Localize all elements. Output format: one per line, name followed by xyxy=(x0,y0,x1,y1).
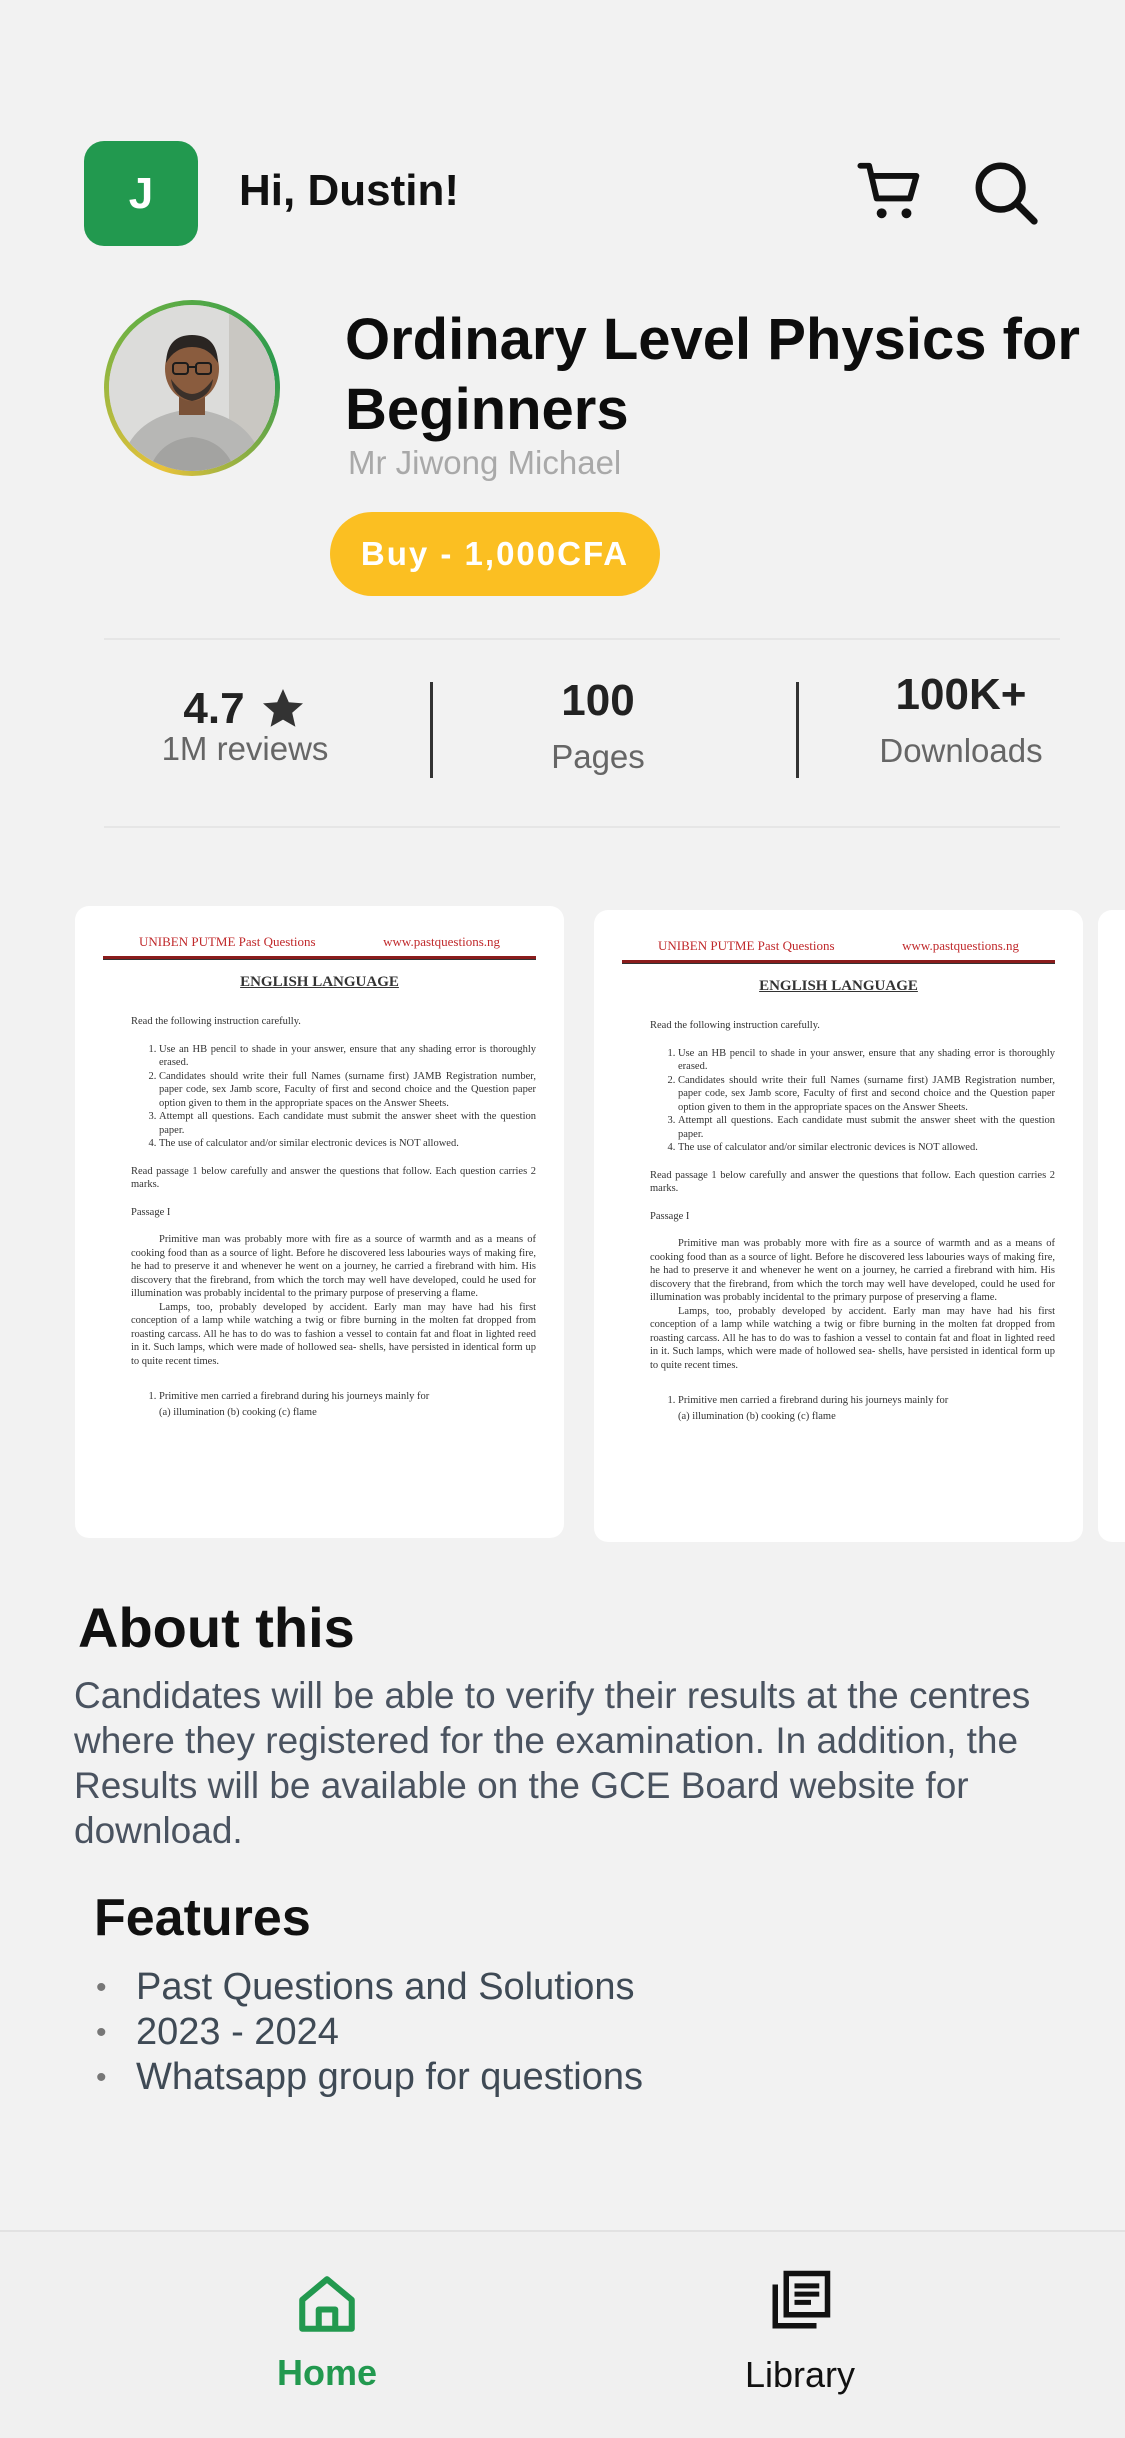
library-icon xyxy=(772,2270,831,2329)
features-list: • Past Questions and Solutions • 2023 - 20… xyxy=(96,1965,643,2100)
doc-rule-item: Use an HB pencil to shade in your answer… xyxy=(678,1047,1055,1074)
doc-instruction: Read the following instruction carefully… xyxy=(131,1016,301,1027)
doc-question: Primitive men carried a firebrand during… xyxy=(159,1390,536,1404)
doc-title: ENGLISH LANGUAGE xyxy=(240,974,399,990)
doc-passage-intro: Read passage 1 below carefully and answe… xyxy=(131,1165,536,1191)
author-photo xyxy=(104,300,280,476)
features-title: Features xyxy=(94,1889,311,1947)
downloads-value: 100K+ xyxy=(895,670,1027,719)
doc-rule-item: Use an HB pencil to shade in your answer… xyxy=(159,1043,536,1070)
stat-divider xyxy=(796,682,799,778)
user-avatar[interactable]: J xyxy=(84,141,198,246)
divider-line xyxy=(104,638,1060,640)
doc-paragraph: Primitive man was probably more with fir… xyxy=(131,1234,536,1299)
preview-page-3[interactable] xyxy=(1098,910,1125,1542)
nav-home-label: Home xyxy=(276,2352,378,2393)
feature-item: • Whatsapp group for questions xyxy=(96,2056,643,2098)
search-button[interactable] xyxy=(970,157,1040,227)
doc-paragraph: Lamps, too, probably developed by accide… xyxy=(131,1301,536,1367)
nav-library[interactable]: Library xyxy=(720,2268,880,2396)
doc-passage-label: Passage I xyxy=(131,1206,171,1218)
doc-rule-item: Attempt all questions. Each candidate mu… xyxy=(159,1110,536,1137)
bottom-nav: Home Library xyxy=(0,2230,1125,2438)
doc-header-left: UNIBEN PUTME Past Questions xyxy=(139,934,316,949)
doc-question: Primitive men carried a firebrand during… xyxy=(678,1394,1055,1408)
downloads-label: Downloads xyxy=(879,732,1043,769)
pages-stat: 100 Pages xyxy=(520,676,676,776)
book-title: Ordinary Level Physics for Beginners xyxy=(345,307,1080,442)
doc-header-right: www.pastquestions.ng xyxy=(383,934,500,949)
nav-library-label: Library xyxy=(744,2354,856,2395)
about-title: About this xyxy=(78,1596,355,1659)
preview-page-2[interactable]: UNIBEN PUTME Past Questions www.pastquest… xyxy=(594,910,1083,1542)
avatar-letter: J xyxy=(128,168,154,218)
divider-line xyxy=(104,826,1060,828)
doc-passage-label: Passage I xyxy=(650,1210,690,1222)
doc-passage-intro: Read passage 1 below carefully and answe… xyxy=(650,1169,1055,1195)
doc-title: ENGLISH LANGUAGE xyxy=(759,978,918,994)
about-body: Candidates will be able to verify their … xyxy=(74,1675,1031,1851)
pages-label: Pages xyxy=(551,738,645,775)
doc-instruction: Read the following instruction carefully… xyxy=(650,1020,820,1031)
reviews-count: 1M reviews xyxy=(161,730,329,767)
doc-header-left: UNIBEN PUTME Past Questions xyxy=(658,938,835,953)
greeting: Hi, Dustin! xyxy=(239,166,459,215)
doc-rule-item: Attempt all questions. Each candidate mu… xyxy=(678,1114,1055,1141)
person-portrait xyxy=(109,305,275,471)
doc-rule-item: Candidates should write their full Names… xyxy=(678,1074,1055,1115)
pages-value: 100 xyxy=(561,676,635,725)
nav-home[interactable]: Home xyxy=(252,2270,402,2394)
doc-options: (a) illumination (b) cooking (c) flame xyxy=(159,1406,317,1418)
cart-button[interactable] xyxy=(856,157,926,227)
rating-value: 4.7 xyxy=(183,684,245,733)
star-icon xyxy=(262,689,303,727)
rating-stat: 4.7 1M reviews xyxy=(150,684,340,768)
stat-divider xyxy=(430,682,433,778)
doc-rule-item: Candidates should write their full Names… xyxy=(159,1070,536,1111)
doc-header-right: www.pastquestions.ng xyxy=(902,938,1019,953)
doc-rule-item: The use of calculator and/or similar ele… xyxy=(159,1137,536,1151)
doc-paragraph: Lamps, too, probably developed by accide… xyxy=(650,1305,1055,1371)
feature-item: • 2023 - 2024 xyxy=(96,2011,339,2053)
search-icon xyxy=(975,162,1038,225)
downloads-stat: 100K+ Downloads xyxy=(870,670,1052,770)
preview-page-1[interactable]: UNIBEN PUTME Past Questions www.pastquest… xyxy=(75,906,564,1538)
cart-icon xyxy=(857,162,920,219)
feature-item: • Past Questions and Solutions xyxy=(96,1966,635,2008)
doc-rule-item: The use of calculator and/or similar ele… xyxy=(678,1141,1055,1155)
home-icon xyxy=(299,2276,355,2332)
doc-paragraph: Primitive man was probably more with fir… xyxy=(650,1238,1055,1303)
doc-options: (a) illumination (b) cooking (c) flame xyxy=(678,1410,836,1422)
author-name[interactable]: Mr Jiwong Michael xyxy=(348,444,621,482)
buy-button[interactable]: Buy - 1,000CFA xyxy=(330,512,660,596)
